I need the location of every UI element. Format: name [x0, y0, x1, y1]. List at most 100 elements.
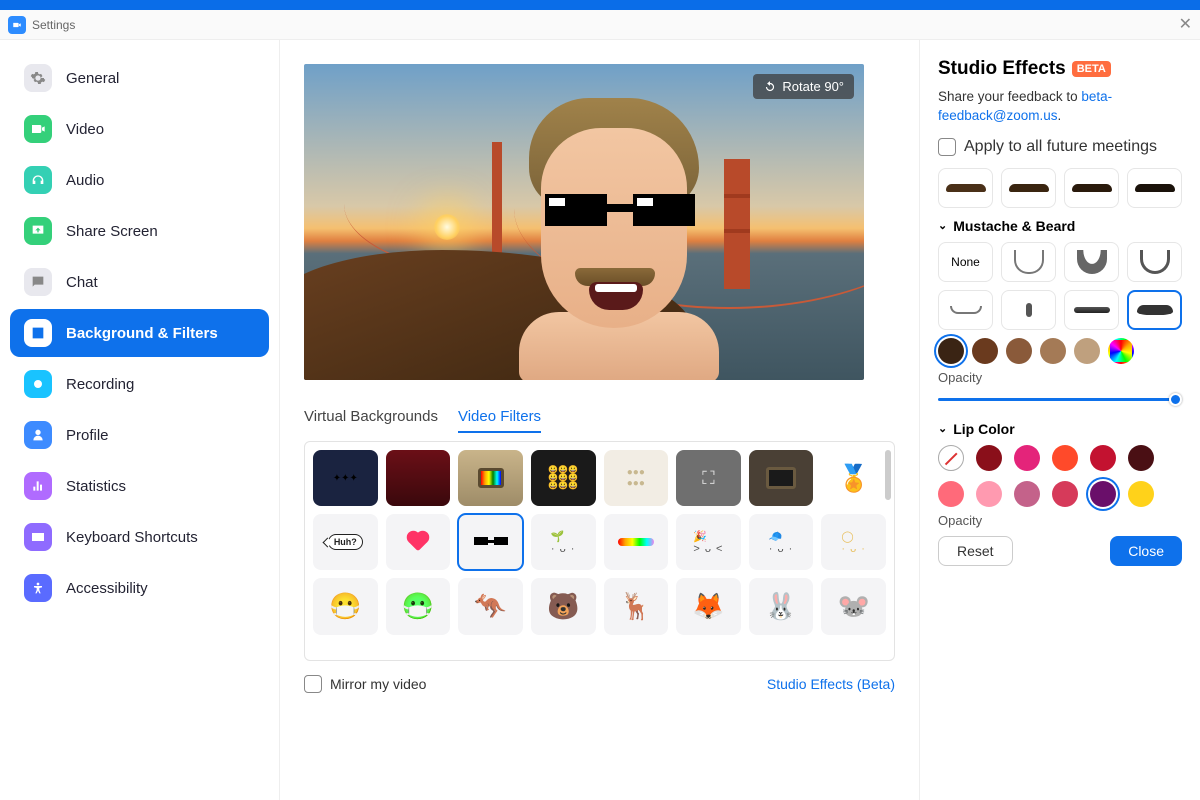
- bridge-tower: [492, 142, 502, 262]
- mustache-option[interactable]: [1127, 242, 1182, 282]
- color-swatch[interactable]: [1052, 445, 1078, 471]
- mustache-option-selected[interactable]: [1127, 290, 1182, 330]
- sidebar-item-chat[interactable]: Chat: [10, 258, 269, 306]
- share-icon: [24, 217, 52, 245]
- color-swatch[interactable]: [938, 481, 964, 507]
- studio-effects-link[interactable]: Studio Effects (Beta): [767, 676, 895, 692]
- sidebar-item-statistics[interactable]: Statistics: [10, 462, 269, 510]
- filter-award[interactable]: 🏅: [821, 450, 886, 506]
- filter-bunny[interactable]: 🐰: [749, 578, 814, 634]
- lip-none-icon[interactable]: [938, 445, 964, 471]
- color-swatch[interactable]: [1052, 481, 1078, 507]
- color-swatch[interactable]: [1040, 338, 1066, 364]
- video-icon: [24, 115, 52, 143]
- color-swatch[interactable]: [976, 481, 1002, 507]
- checkbox-icon: [938, 138, 956, 156]
- color-swatch[interactable]: [1006, 338, 1032, 364]
- mustache-option[interactable]: [1064, 290, 1119, 330]
- sidebar-item-label: Keyboard Shortcuts: [66, 529, 198, 546]
- eyebrow-option[interactable]: [938, 168, 993, 208]
- filter-crop[interactable]: ⛶: [676, 450, 741, 506]
- color-swatch[interactable]: [1090, 445, 1116, 471]
- filter-rainbow[interactable]: [604, 514, 669, 570]
- lip-colors: [938, 445, 1182, 507]
- filter-emoji[interactable]: 😀😀😀😀😀😀😀😀😀: [531, 450, 596, 506]
- mirror-video-checkbox[interactable]: Mirror my video: [304, 675, 426, 693]
- sidebar-item-label: Chat: [66, 274, 98, 291]
- color-swatch[interactable]: [1014, 481, 1040, 507]
- color-swatch[interactable]: [1128, 445, 1154, 471]
- color-swatch-selected[interactable]: [1090, 481, 1116, 507]
- filter-sprout[interactable]: 🌱· ᴗ ·: [531, 514, 596, 570]
- filter-glasses[interactable]: [458, 514, 523, 570]
- color-picker-icon[interactable]: [1108, 338, 1134, 364]
- gear-icon: [24, 64, 52, 92]
- sidebar-item-share-screen[interactable]: Share Screen: [10, 207, 269, 255]
- preview-face: [519, 102, 709, 372]
- video-preview: Rotate 90°: [304, 64, 864, 380]
- sidebar-item-background-filters[interactable]: Background & Filters: [10, 309, 269, 357]
- eyebrow-option[interactable]: [1127, 168, 1182, 208]
- eyebrow-option[interactable]: [1064, 168, 1119, 208]
- filter-deer[interactable]: 🐻: [531, 578, 596, 634]
- filter-lights[interactable]: ✦✦✦: [313, 450, 378, 506]
- stats-icon: [24, 472, 52, 500]
- mustache-option[interactable]: [1064, 242, 1119, 282]
- color-swatch[interactable]: [972, 338, 998, 364]
- sidebar-item-accessibility[interactable]: Accessibility: [10, 564, 269, 612]
- tab-virtual-backgrounds[interactable]: Virtual Backgrounds: [304, 408, 438, 433]
- mustache-option[interactable]: [1001, 242, 1056, 282]
- filter-mouse[interactable]: 🐭: [821, 578, 886, 634]
- filter-balls[interactable]: ●●●●●●: [604, 450, 669, 506]
- color-swatch[interactable]: [1014, 445, 1040, 471]
- section-mustache[interactable]: ⌄Mustache & Beard: [938, 218, 1182, 234]
- filter-cap[interactable]: 🧢· ᴗ ·: [749, 514, 814, 570]
- close-button[interactable]: Close: [1110, 536, 1182, 566]
- sidebar-item-general[interactable]: General: [10, 54, 269, 102]
- sidebar-item-video[interactable]: Video: [10, 105, 269, 153]
- filter-tabs: Virtual Backgrounds Video Filters: [304, 408, 895, 433]
- keyboard-icon: [24, 523, 52, 551]
- mustache-colors: [938, 338, 1182, 364]
- filter-tv[interactable]: [458, 450, 523, 506]
- mustache-option[interactable]: [938, 290, 993, 330]
- filter-reindeer[interactable]: 🦌: [604, 578, 669, 634]
- user-icon: [24, 421, 52, 449]
- sidebar-item-profile[interactable]: Profile: [10, 411, 269, 459]
- reset-button[interactable]: Reset: [938, 536, 1013, 566]
- mustache-none[interactable]: None: [938, 242, 993, 282]
- mustache-option[interactable]: [1001, 290, 1056, 330]
- eyebrow-option[interactable]: [1001, 168, 1056, 208]
- filter-kangaroo[interactable]: 🦘: [458, 578, 523, 634]
- sidebar-item-keyboard-shortcuts[interactable]: Keyboard Shortcuts: [10, 513, 269, 561]
- mustache-options: None: [938, 242, 1182, 330]
- filter-halo[interactable]: ◯· ᴗ ·: [821, 514, 886, 570]
- headphones-icon: [24, 166, 52, 194]
- filter-scrollbar[interactable]: [885, 450, 891, 500]
- filter-mask-green[interactable]: 😷: [386, 578, 451, 634]
- color-swatch[interactable]: [1074, 338, 1100, 364]
- filter-party[interactable]: 🎉> ᴗ <: [676, 514, 741, 570]
- beta-badge: BETA: [1072, 61, 1111, 77]
- section-lip-color[interactable]: ⌄Lip Color: [938, 421, 1182, 437]
- apply-all-checkbox[interactable]: Apply to all future meetings: [938, 138, 1182, 156]
- filter-fox[interactable]: 🦊: [676, 578, 741, 634]
- sidebar-item-recording[interactable]: Recording: [10, 360, 269, 408]
- color-swatch[interactable]: [938, 338, 964, 364]
- sidebar-item-label: Profile: [66, 427, 109, 444]
- checkbox-icon: [304, 675, 322, 693]
- filter-mask-white[interactable]: 😷: [313, 578, 378, 634]
- eyebrow-options: [938, 168, 1182, 208]
- tab-video-filters[interactable]: Video Filters: [458, 408, 541, 433]
- close-icon[interactable]: ✕: [1179, 14, 1192, 34]
- filter-huh[interactable]: Huh?: [313, 514, 378, 570]
- filter-curtain[interactable]: [386, 450, 451, 506]
- sidebar-item-audio[interactable]: Audio: [10, 156, 269, 204]
- color-swatch[interactable]: [976, 445, 1002, 471]
- mustache-opacity-slider[interactable]: [938, 389, 1182, 409]
- filter-crt[interactable]: [749, 450, 814, 506]
- filter-heart[interactable]: [386, 514, 451, 570]
- color-swatch[interactable]: [1128, 481, 1154, 507]
- rotate-button[interactable]: Rotate 90°: [753, 74, 854, 99]
- sidebar-item-label: General: [66, 70, 119, 87]
